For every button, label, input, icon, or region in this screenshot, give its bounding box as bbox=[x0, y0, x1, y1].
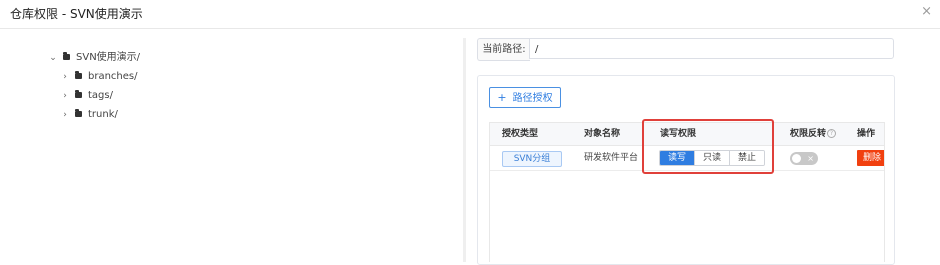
auth-type-tag: SVN分组 bbox=[502, 151, 562, 167]
current-path-input[interactable]: / bbox=[529, 38, 894, 59]
delete-button[interactable]: 删除 bbox=[857, 150, 884, 166]
chevron-right-icon[interactable]: › bbox=[60, 69, 70, 85]
tree-node-label[interactable]: trunk/ bbox=[88, 107, 118, 123]
column-header-invert: 权限反转? bbox=[790, 123, 837, 145]
add-path-auth-label: 路径授权 bbox=[512, 93, 553, 104]
table-header: 授权类型 对象名称 读写权限 权限反转? 操作 bbox=[490, 123, 884, 146]
chevron-right-icon[interactable]: › bbox=[60, 107, 70, 123]
permission-table: 授权类型 对象名称 读写权限 权限反转? 操作 SVN分组 研发软件平台 读写 … bbox=[489, 122, 885, 262]
rw-option-readonly[interactable]: 只读 bbox=[694, 151, 729, 165]
chevron-down-icon[interactable]: ⌄ bbox=[48, 50, 58, 66]
current-path-label: 当前路径: bbox=[477, 38, 530, 61]
close-icon[interactable]: × bbox=[921, 5, 932, 19]
folder-icon bbox=[75, 109, 82, 117]
folder-icon bbox=[63, 52, 70, 60]
help-icon[interactable]: ? bbox=[827, 129, 837, 138]
plus-icon: + bbox=[497, 91, 507, 104]
column-header-type: 授权类型 bbox=[502, 129, 539, 139]
tree-node-label[interactable]: tags/ bbox=[88, 88, 113, 104]
chevron-right-icon[interactable]: › bbox=[60, 88, 70, 104]
folder-icon bbox=[75, 71, 82, 79]
column-header-invert-label: 权限反转 bbox=[790, 129, 827, 139]
rw-option-deny[interactable]: 禁止 bbox=[729, 151, 764, 165]
dialog-title: 仓库权限 - SVN使用演示 bbox=[10, 7, 143, 21]
add-path-auth-button[interactable]: + 路径授权 bbox=[489, 87, 561, 108]
object-name: 研发软件平台 bbox=[584, 153, 639, 163]
folder-icon bbox=[75, 90, 82, 98]
toggle-off-icon: × bbox=[807, 154, 814, 163]
dialog-header: 仓库权限 - SVN使用演示 × bbox=[0, 0, 940, 29]
invert-permission-toggle[interactable]: × bbox=[790, 152, 818, 165]
column-header-rw: 读写权限 bbox=[660, 129, 697, 139]
column-header-object: 对象名称 bbox=[584, 129, 621, 139]
pane-divider[interactable] bbox=[463, 38, 466, 262]
rw-option-readwrite[interactable]: 读写 bbox=[660, 151, 694, 165]
toggle-knob bbox=[792, 154, 801, 163]
table-row: SVN分组 研发软件平台 读写 只读 禁止 × 删除 bbox=[490, 146, 884, 171]
rw-permission-segmented: 读写 只读 禁止 bbox=[659, 150, 765, 166]
tree-node-label[interactable]: branches/ bbox=[88, 69, 138, 85]
tree-node-label[interactable]: SVN使用演示/ bbox=[76, 50, 140, 66]
column-header-actions: 操作 bbox=[857, 129, 876, 139]
